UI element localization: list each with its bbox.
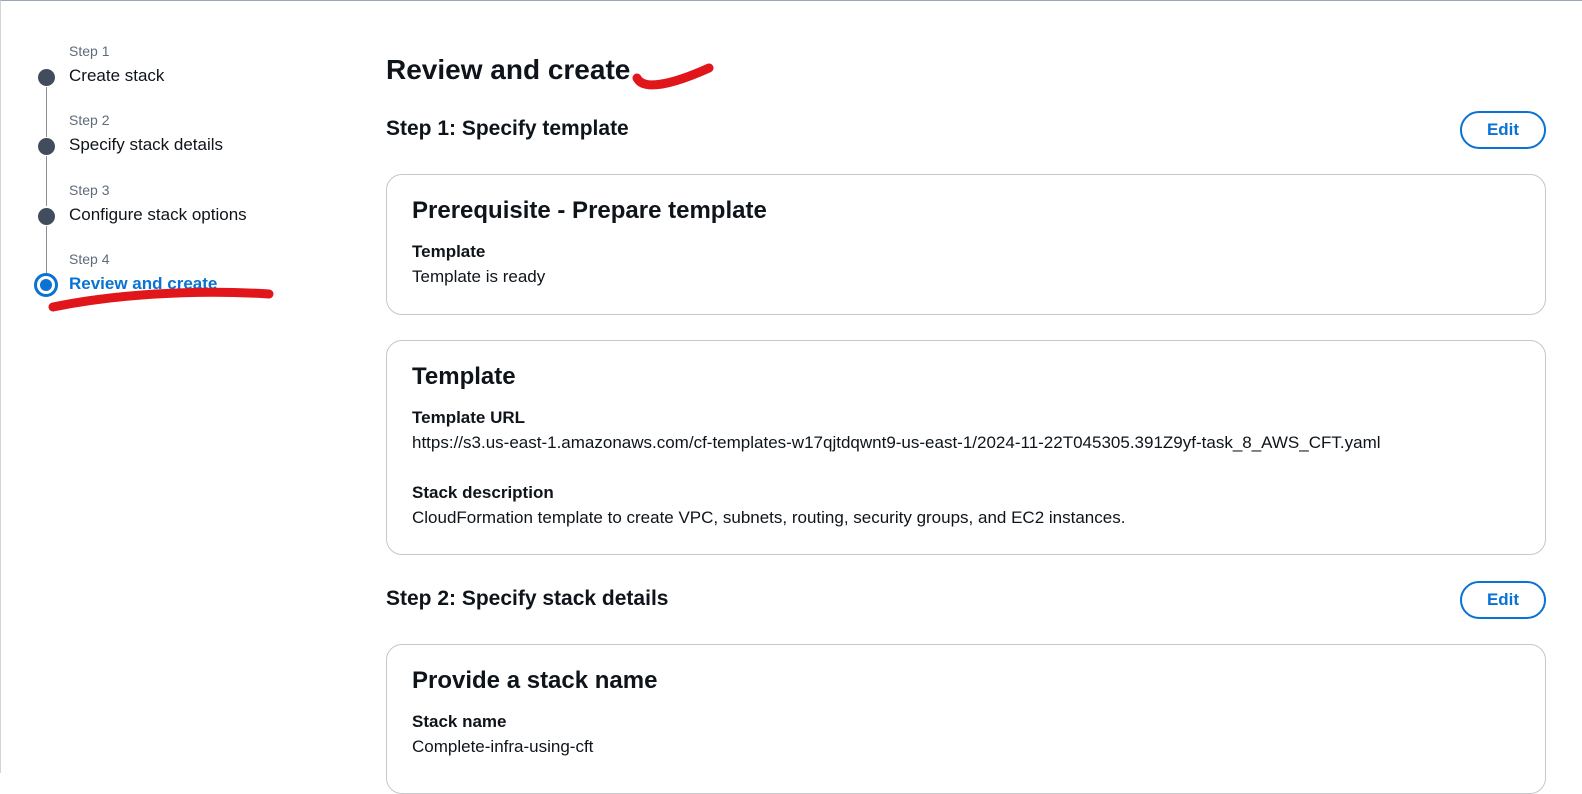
template-url-value: https://s3.us-east-1.amazonaws.com/cf-te… — [412, 433, 1381, 452]
step2-header: Step 2: Specify stack details — [386, 587, 669, 610]
wizard-step-3[interactable]: Step 3 Configure stack options — [1, 182, 331, 242]
template-label: Template — [412, 242, 486, 261]
wizard-step-4[interactable]: Step 4 Review and create — [1, 251, 331, 311]
page-frame: Step 1 Create stack Step 2 Specify stack… — [0, 0, 1582, 794]
card-title: Provide a stack name — [412, 667, 658, 694]
step-label[interactable]: Specify stack details — [69, 135, 223, 155]
step-number: Step 2 — [69, 112, 110, 128]
stack-description-value: CloudFormation template to create VPC, s… — [412, 508, 1126, 527]
step-indicator-icon — [38, 69, 55, 86]
stack-description-label: Stack description — [412, 483, 554, 502]
step-active-indicator-icon — [34, 273, 58, 297]
step1-edit-button[interactable]: Edit — [1460, 111, 1546, 149]
stack-name-value: Complete-infra-using-cft — [412, 737, 594, 756]
step-number: Step 4 — [69, 251, 110, 267]
card-title: Prerequisite - Prepare template — [412, 197, 767, 224]
step-number: Step 1 — [69, 43, 110, 59]
stack-name-card: Provide a stack name Stack name Complete… — [386, 644, 1546, 794]
prerequisite-card: Prerequisite - Prepare template Template… — [386, 174, 1546, 315]
step2-edit-button[interactable]: Edit — [1460, 581, 1546, 619]
step-indicator-icon — [38, 208, 55, 225]
template-card: Template Template URL https://s3.us-east… — [386, 340, 1546, 555]
stack-name-label: Stack name — [412, 712, 507, 731]
step-label[interactable]: Create stack — [69, 66, 164, 86]
step-number: Step 3 — [69, 182, 110, 198]
step-indicator-icon — [38, 138, 55, 155]
step-label[interactable]: Configure stack options — [69, 205, 247, 225]
step-label[interactable]: Review and create — [69, 274, 217, 294]
card-title: Template — [412, 363, 516, 390]
template-value: Template is ready — [412, 267, 546, 286]
wizard-step-2[interactable]: Step 2 Specify stack details — [1, 112, 331, 172]
step1-header: Step 1: Specify template — [386, 117, 629, 140]
wizard-nav: Step 1 Create stack Step 2 Specify stack… — [1, 1, 341, 774]
page-title: Review and create — [386, 54, 631, 85]
wizard-step-1[interactable]: Step 1 Create stack — [1, 43, 331, 103]
template-url-label: Template URL — [412, 408, 526, 427]
red-check-annotation — [632, 63, 714, 90]
